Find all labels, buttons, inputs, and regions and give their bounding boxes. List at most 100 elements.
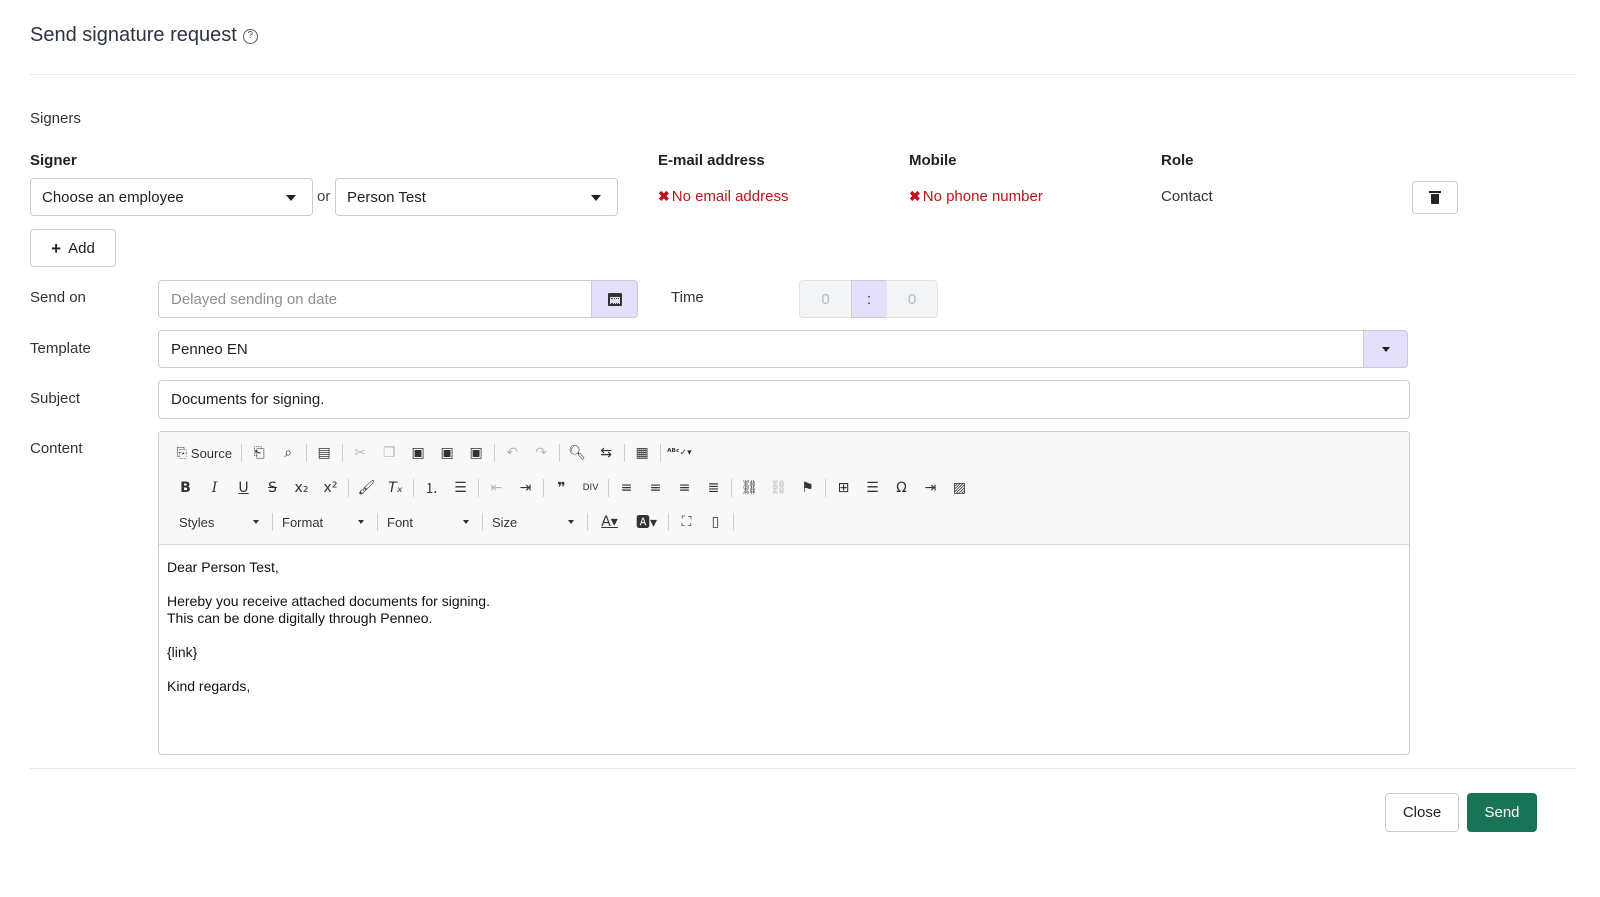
- font-dropdown[interactable]: Font: [381, 511, 475, 533]
- find-icon[interactable]: 🔍︎: [566, 442, 588, 464]
- create-div-icon[interactable]: DIV: [580, 477, 602, 499]
- size-dropdown[interactable]: Size: [486, 511, 580, 533]
- time-separator: :: [851, 280, 887, 318]
- anchor-flag-icon[interactable]: ⚑: [797, 477, 819, 499]
- calendar-icon: [607, 292, 622, 306]
- undo-icon[interactable]: ↶: [501, 442, 523, 464]
- employee-select[interactable]: Choose an employee: [30, 178, 313, 216]
- preview-icon[interactable]: ⌕: [277, 442, 299, 464]
- paste-word-icon[interactable]: ▣: [465, 442, 487, 464]
- underline-icon[interactable]: U: [233, 477, 255, 499]
- save-icon[interactable]: ⎗: [248, 442, 270, 464]
- template-label: Template: [30, 340, 91, 357]
- error-x-icon: ✖: [658, 188, 670, 204]
- link-icon[interactable]: ⛓: [739, 477, 761, 499]
- cut-icon[interactable]: ✂: [349, 442, 371, 464]
- send-on-placeholder: Delayed sending on date: [171, 290, 337, 308]
- superscript-icon[interactable]: x²: [320, 477, 342, 499]
- employee-select-value: Choose an employee: [42, 188, 184, 206]
- show-blocks-icon[interactable]: ▯: [705, 511, 727, 533]
- toolbar-separator: [608, 479, 609, 497]
- toolbar-separator: [543, 479, 544, 497]
- image-icon[interactable]: ▨: [949, 477, 971, 499]
- blockquote-icon[interactable]: ❞: [551, 477, 573, 499]
- templates-icon[interactable]: ▤: [313, 442, 335, 464]
- subject-label: Subject: [30, 390, 81, 407]
- calendar-button[interactable]: [591, 280, 638, 318]
- numbered-list-icon[interactable]: ⒈: [421, 477, 443, 499]
- email-link-placeholder: {link}: [167, 644, 198, 660]
- dialog-title: Send signature request ?: [30, 24, 258, 47]
- remove-format-icon[interactable]: Tₓ: [385, 477, 407, 499]
- paste-icon[interactable]: ▣: [407, 442, 429, 464]
- font-label: Font: [387, 514, 414, 530]
- indent-icon[interactable]: ⇥: [515, 477, 537, 499]
- email-error: ✖ No email address: [658, 188, 788, 205]
- align-center-icon[interactable]: ≡: [645, 477, 667, 499]
- maximize-icon[interactable]: ⛶: [676, 511, 698, 533]
- toolbar-separator: [587, 513, 588, 531]
- format-dropdown[interactable]: Format: [276, 511, 370, 533]
- toolbar-separator: [668, 513, 669, 531]
- time-minutes-input[interactable]: 0: [886, 280, 938, 318]
- subject-input[interactable]: Documents for signing.: [158, 380, 1410, 419]
- styles-dropdown[interactable]: Styles: [173, 511, 265, 533]
- copy-format-icon[interactable]: 🖌︎: [356, 477, 378, 499]
- chevron-down-icon: [253, 520, 259, 524]
- delete-signer-button[interactable]: [1412, 181, 1458, 214]
- chevron-down-icon: [1381, 346, 1390, 352]
- trash-icon: [1429, 191, 1441, 204]
- subscript-icon[interactable]: x₂: [291, 477, 313, 499]
- time-hours-value: 0: [821, 290, 830, 308]
- template-dropdown-button[interactable]: [1363, 330, 1408, 368]
- time-minutes-value: 0: [907, 290, 917, 308]
- outdent-icon[interactable]: ⇤: [486, 477, 508, 499]
- unlink-icon[interactable]: ⛓: [768, 477, 790, 499]
- paste-text-icon[interactable]: ▣: [436, 442, 458, 464]
- justify-icon[interactable]: ≣: [703, 477, 725, 499]
- header-divider: [30, 74, 1577, 75]
- template-select[interactable]: Penneo EN: [158, 330, 1364, 368]
- add-signer-button[interactable]: + Add: [30, 229, 116, 267]
- align-right-icon[interactable]: ≡: [674, 477, 696, 499]
- signer-column-header: Signer: [30, 152, 77, 169]
- bulleted-list-icon[interactable]: ☰: [450, 477, 472, 499]
- toolbar-separator: [659, 444, 661, 462]
- close-button[interactable]: Close: [1385, 793, 1459, 832]
- copy-icon[interactable]: ❐: [378, 442, 400, 464]
- email-body-line-2: This can be done digitally through Penne…: [167, 610, 433, 626]
- toolbar-separator: [272, 513, 273, 531]
- text-color-icon[interactable]: A▾: [595, 511, 625, 533]
- italic-icon[interactable]: I: [204, 477, 226, 499]
- editor-toolbar: ⎘ Source ⎗ ⌕ ▤ ✂ ❐ ▣ ▣ ▣ ↶ ↷ 🔍︎ ⇆ ▦ ᴬᴮᶜ✓▾…: [159, 432, 1409, 545]
- select-all-icon[interactable]: ▦: [631, 442, 653, 464]
- dialog-title-text: Send signature request: [30, 24, 237, 46]
- replace-icon[interactable]: ⇆: [595, 442, 617, 464]
- or-label: or: [317, 188, 331, 205]
- horizontal-line-icon[interactable]: ☰: [862, 477, 884, 499]
- time-hours-input[interactable]: 0: [799, 280, 852, 318]
- spellcheck-icon[interactable]: ᴬᴮᶜ✓▾: [667, 442, 692, 464]
- special-char-icon[interactable]: Ω: [891, 477, 913, 499]
- bold-icon[interactable]: B: [175, 477, 197, 499]
- toolbar-separator: [731, 479, 732, 497]
- page-break-icon[interactable]: ⇥: [920, 477, 942, 499]
- editor-content-area[interactable]: Dear Person Test, Hereby you receive att…: [159, 545, 1409, 726]
- toolbar-separator: [305, 444, 307, 462]
- align-left-icon[interactable]: ≡: [616, 477, 638, 499]
- chevron-down-icon: [463, 520, 469, 524]
- table-icon[interactable]: ⊞: [833, 477, 855, 499]
- source-label: Source: [190, 445, 233, 461]
- strikethrough-icon[interactable]: S: [262, 477, 284, 499]
- person-select[interactable]: Person Test: [335, 178, 618, 216]
- source-icon: ⎘: [176, 445, 187, 460]
- mobile-error: ✖ No phone number: [909, 188, 1043, 205]
- chevron-down-icon: [358, 520, 364, 524]
- background-color-icon[interactable]: 🅰︎▾: [632, 511, 662, 533]
- source-button[interactable]: ⎘ Source: [175, 442, 235, 464]
- toolbar-separator: [493, 444, 495, 462]
- help-icon[interactable]: ?: [242, 29, 258, 44]
- redo-icon[interactable]: ↷: [530, 442, 552, 464]
- send-button[interactable]: Send: [1467, 793, 1537, 832]
- send-on-date-input[interactable]: Delayed sending on date: [158, 280, 592, 318]
